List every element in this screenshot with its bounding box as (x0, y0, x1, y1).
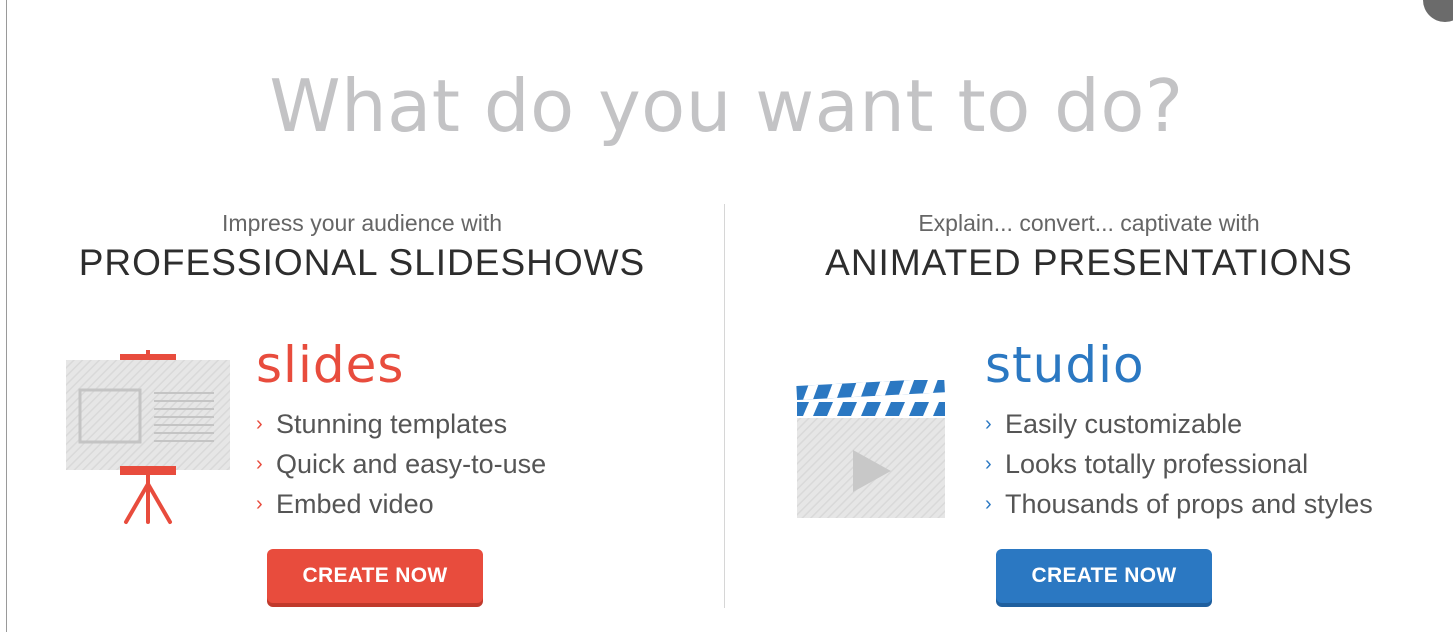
chevron-right-icon: › (985, 413, 992, 435)
list-item: › Thousands of props and styles (985, 484, 1373, 524)
close-icon[interactable] (1423, 0, 1453, 22)
page-title: What do you want to do? (269, 64, 1184, 148)
chevron-right-icon: › (256, 413, 263, 435)
list-item: › Easily customizable (985, 404, 1373, 444)
list-item: › Embed video (256, 484, 546, 524)
chevron-right-icon: › (256, 453, 263, 475)
chevron-right-icon: › (985, 453, 992, 475)
slides-brand: slides (256, 336, 405, 394)
slides-heading: PROFESSIONAL SLIDESHOWS (78, 242, 646, 283)
list-item: › Quick and easy-to-use (256, 444, 546, 484)
list-item: › Looks totally professional (985, 444, 1373, 484)
slides-create-now-button[interactable]: CREATE NOW (267, 549, 483, 603)
video-clapperboard-icon (796, 380, 945, 518)
studio-heading: ANIMATED PRESENTATIONS (825, 242, 1353, 283)
slides-intro: Impress your audience with (222, 210, 502, 236)
list-item: › Stunning templates (256, 404, 546, 444)
studio-brand: studio (985, 336, 1145, 394)
chevron-right-icon: › (256, 493, 263, 515)
studio-create-now-button[interactable]: CREATE NOW (996, 549, 1212, 603)
slides-features: › Stunning templates › Quick and easy-to-u… (256, 404, 546, 524)
studio-features: › Easily customizable › Looks totally prof… (985, 404, 1373, 524)
studio-intro: Explain... convert... captivate with (918, 210, 1260, 236)
presentation-easel-icon (66, 350, 230, 524)
chevron-right-icon: › (985, 493, 992, 515)
